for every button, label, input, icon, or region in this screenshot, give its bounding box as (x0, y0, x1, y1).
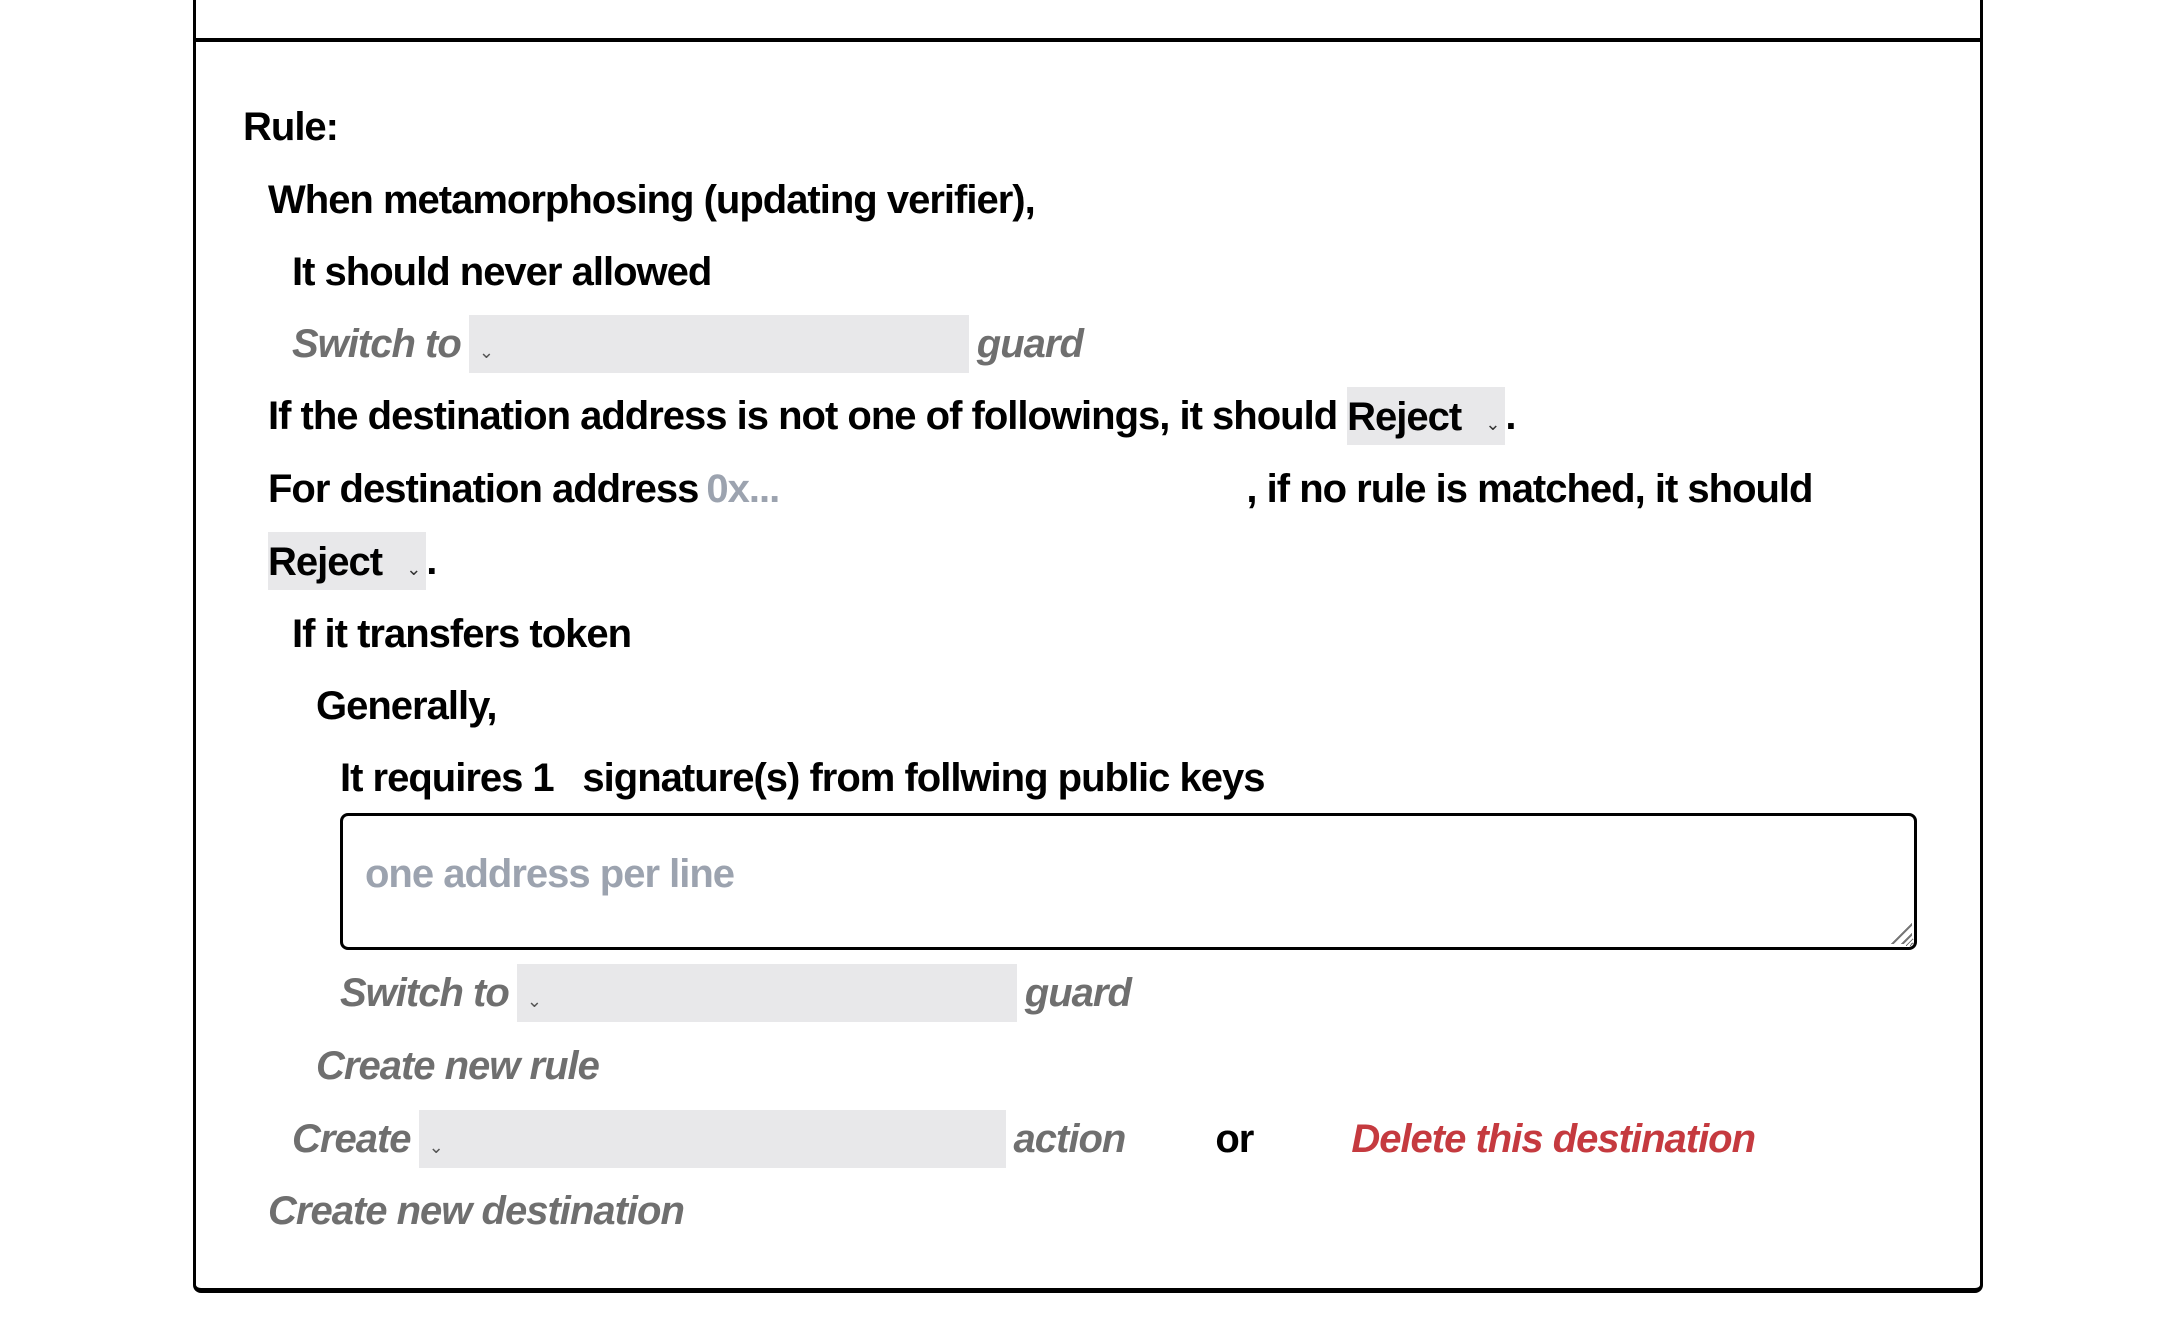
period: . (1505, 394, 1516, 438)
guard-label: guard (1024, 971, 1132, 1015)
delete-destination-link[interactable]: Delete this destination (1351, 1109, 1756, 1169)
rule-heading-label: Rule: (243, 105, 339, 149)
guard-label: guard (976, 322, 1084, 366)
general-label: Generally, (316, 684, 497, 728)
transfer-guard-select[interactable]: ⌄ (516, 964, 1017, 1022)
chevron-down-icon: ⌄ (526, 991, 542, 1011)
chevron-down-icon: ⌄ (428, 1137, 444, 1157)
switch-to-label: Switch to (340, 971, 510, 1015)
destination-address-label: For destination address (268, 467, 699, 511)
rule-heading: Rule: (243, 97, 339, 157)
metamorphosing-switch-row: Switch to ⌄ guard (292, 314, 1084, 374)
period: . (426, 539, 437, 583)
transfer-switch-row: Switch to ⌄ guard (340, 963, 1132, 1023)
destination-address-input[interactable] (698, 466, 1247, 512)
requires-label: It requires (340, 756, 523, 800)
switch-to-label: Switch to (292, 322, 462, 366)
create-label: Create (292, 1117, 412, 1161)
create-rule-row: Create new rule (316, 1036, 600, 1096)
action-label: action (1013, 1117, 1127, 1161)
destination-fallback-select[interactable]: Reject ⌄ (268, 532, 427, 590)
metamorphosing-guard-select[interactable]: ⌄ (468, 315, 969, 373)
no-rule-matched-label: , if no rule is matched, it should (1246, 467, 1813, 511)
signature-requirement-row: It requires signature(s) from follwing p… (340, 748, 1266, 808)
create-action-select[interactable]: ⌄ (418, 1110, 1006, 1168)
create-new-rule-link[interactable]: Create new rule (316, 1036, 600, 1096)
policy-text: It should never allowed (292, 250, 712, 294)
metamorphosing-label: When metamorphosing (updating verifier), (268, 178, 1036, 222)
signatures-label: signature(s) from follwing public keys (582, 756, 1265, 800)
chevron-down-icon: ⌄ (406, 559, 421, 579)
metamorphosing-section: When metamorphosing (updating verifier), (268, 170, 1036, 230)
create-destination-row: Create new destination (268, 1181, 685, 1241)
metamorphosing-policy: It should never allowed (292, 242, 712, 302)
transfer-label: If it transfers token (292, 612, 632, 656)
public-keys-textarea[interactable] (340, 813, 1917, 950)
or-label: or (1215, 1117, 1254, 1161)
signature-count-input[interactable] (532, 755, 573, 801)
panel-divider (195, 38, 1982, 42)
chevron-down-icon: ⌄ (478, 342, 494, 362)
general-section: Generally, (316, 676, 497, 736)
destination-fallback-row: Reject ⌄ . (268, 531, 437, 591)
destination-default-row: If the destination address is not one of… (268, 386, 1517, 446)
transfer-section: If it transfers token (292, 604, 632, 664)
create-new-destination-link[interactable]: Create new destination (268, 1181, 685, 1241)
create-action-row: Create ⌄ action or Delete this destinati… (292, 1109, 1756, 1169)
destination-address-row: For destination address , if no rule is … (268, 459, 1813, 519)
destination-default-label: If the destination address is not one of… (268, 394, 1338, 438)
destination-default-select[interactable]: Reject ⌄ (1347, 387, 1506, 445)
chevron-down-icon: ⌄ (1485, 414, 1500, 434)
